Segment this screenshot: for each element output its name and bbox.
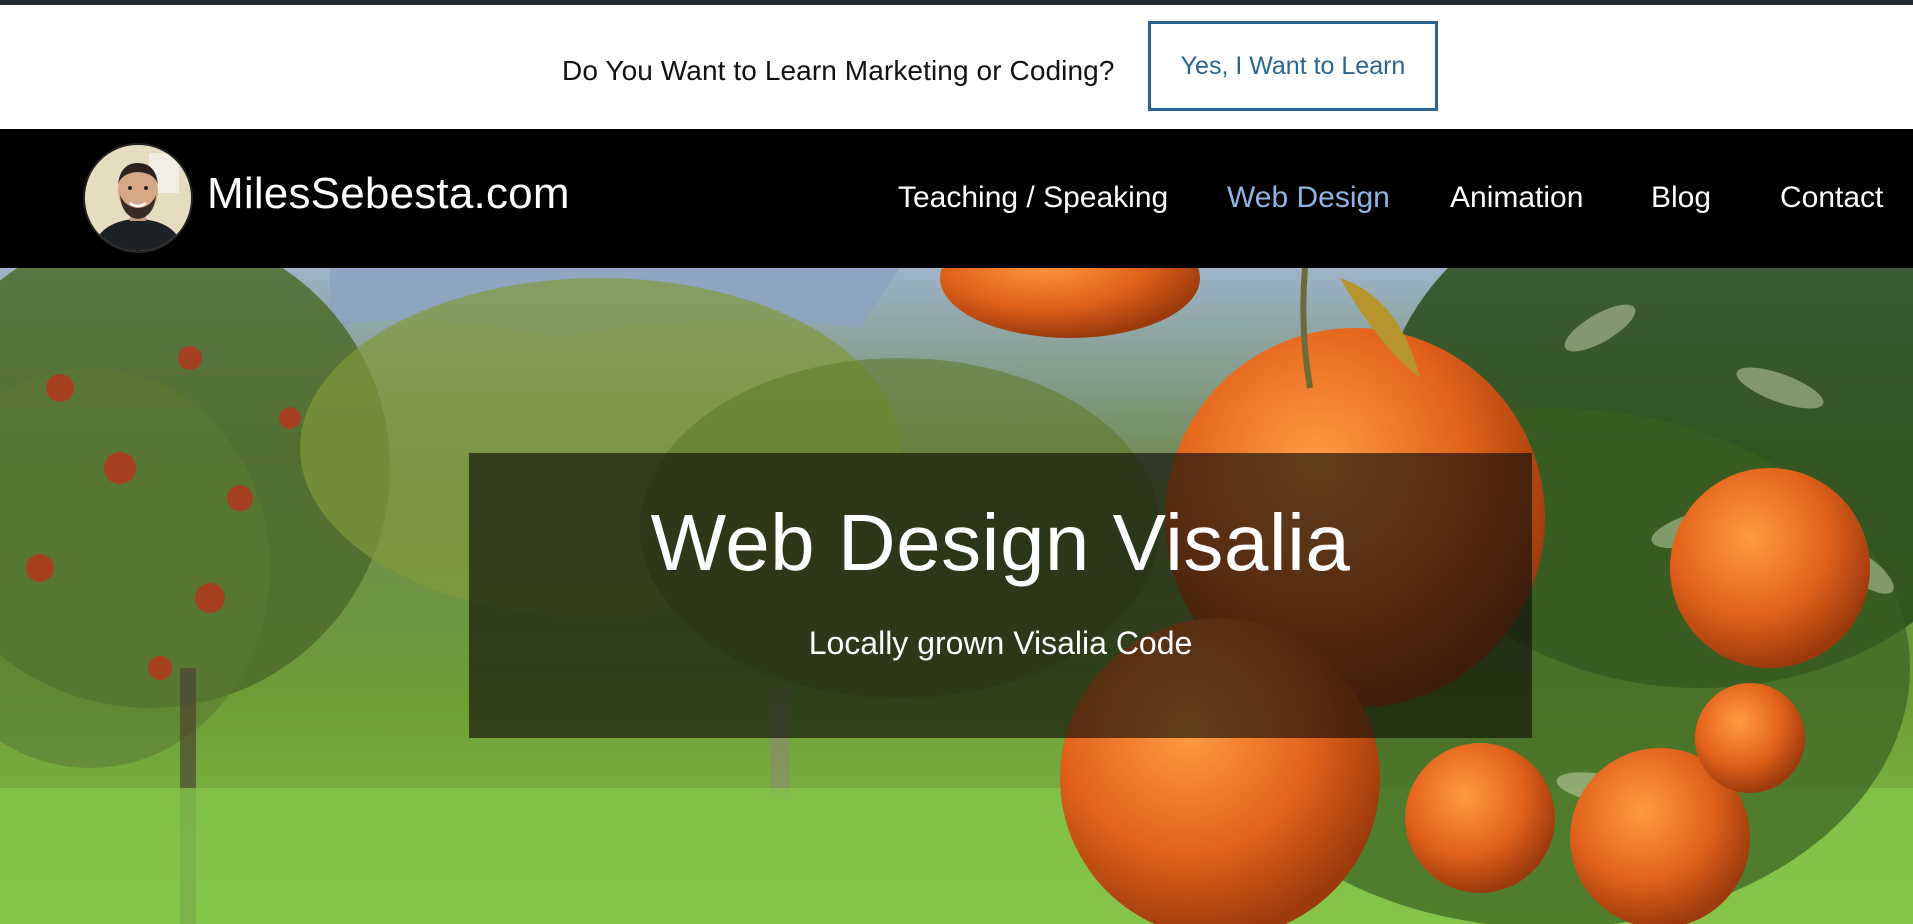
nav-item-blog[interactable]: Blog xyxy=(1651,181,1711,215)
hero-title: Web Design Visalia xyxy=(650,498,1351,587)
nav-item-web-design[interactable]: Web Design xyxy=(1227,181,1390,215)
promo-text: Do You Want to Learn Marketing or Coding… xyxy=(562,55,1115,86)
nav-item-animation[interactable]: Animation xyxy=(1450,181,1583,215)
hero-subtitle: Locally grown Visalia Code xyxy=(808,625,1193,661)
nav-item-teaching-speaking[interactable]: Teaching / Speaking xyxy=(898,181,1168,215)
site-header: MilesSebesta.com Teaching / Speaking Web… xyxy=(0,129,1913,268)
promo-bar: Do You Want to Learn Marketing or Coding… xyxy=(0,5,1913,129)
main-nav: Teaching / Speaking Web Design Animation… xyxy=(0,129,1913,268)
hero-overlay-box: Web Design Visalia Locally grown Visalia… xyxy=(469,453,1532,738)
learn-cta-button[interactable]: Yes, I Want to Learn xyxy=(1148,21,1438,111)
nav-item-contact[interactable]: Contact xyxy=(1780,181,1883,215)
hero-section: Web Design Visalia Locally grown Visalia… xyxy=(0,268,1913,924)
